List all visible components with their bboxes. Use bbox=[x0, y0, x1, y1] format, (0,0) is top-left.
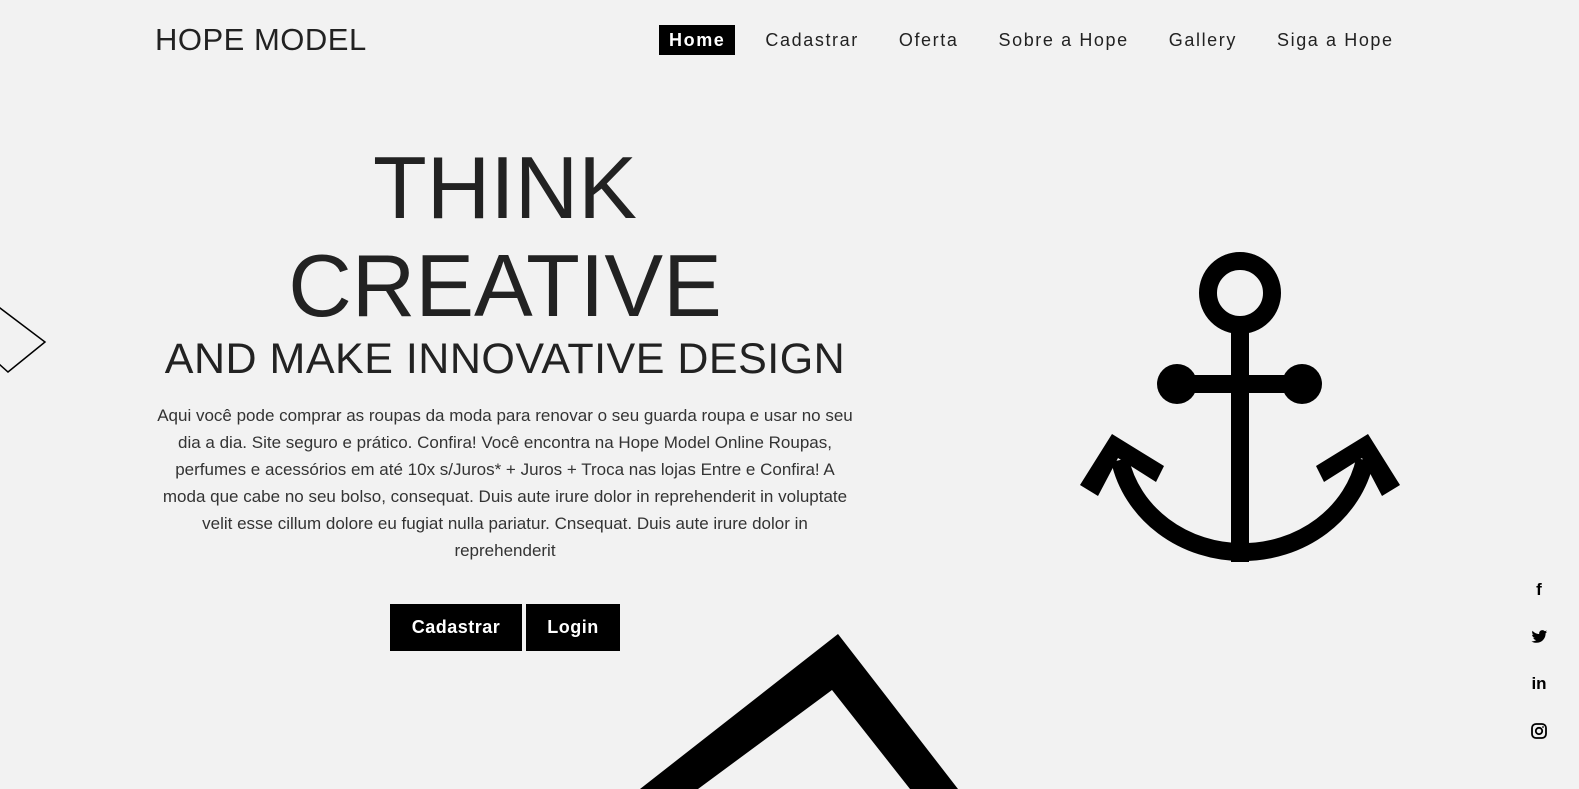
facebook-icon[interactable]: f bbox=[1527, 578, 1551, 602]
login-button[interactable]: Login bbox=[526, 604, 620, 651]
anchor-icon bbox=[1080, 252, 1400, 562]
instagram-icon[interactable] bbox=[1527, 719, 1551, 743]
cadastrar-button[interactable]: Cadastrar bbox=[390, 604, 522, 651]
main-nav: Home Cadastrar Oferta Sobre a Hope Galle… bbox=[659, 25, 1424, 55]
nav-item-gallery[interactable]: Gallery bbox=[1159, 25, 1247, 55]
hero-buttons: Cadastrar Login bbox=[390, 604, 620, 651]
chevron-shape bbox=[640, 634, 958, 789]
hero-subtitle: AND MAKE INNOVATIVE DESIGN bbox=[164, 335, 846, 383]
site-logo[interactable]: HOPE MODEL bbox=[155, 22, 367, 58]
twitter-icon[interactable] bbox=[1527, 625, 1551, 649]
nav-item-sobre[interactable]: Sobre a Hope bbox=[988, 25, 1138, 55]
linkedin-icon[interactable]: in bbox=[1527, 672, 1551, 696]
social-bar: f in bbox=[1527, 578, 1551, 766]
nav-item-home[interactable]: Home bbox=[659, 25, 736, 55]
nav-item-siga[interactable]: Siga a Hope bbox=[1267, 25, 1404, 55]
nav-item-cadastrar[interactable]: Cadastrar bbox=[755, 25, 868, 55]
hero-description: Aqui você pode comprar as roupas da moda… bbox=[157, 406, 853, 560]
hero-title-line2: CREATIVE bbox=[288, 236, 722, 335]
diamond-shape bbox=[0, 307, 47, 373]
hero-title-line1: THINK bbox=[373, 138, 637, 237]
nav-item-oferta[interactable]: Oferta bbox=[889, 25, 969, 55]
